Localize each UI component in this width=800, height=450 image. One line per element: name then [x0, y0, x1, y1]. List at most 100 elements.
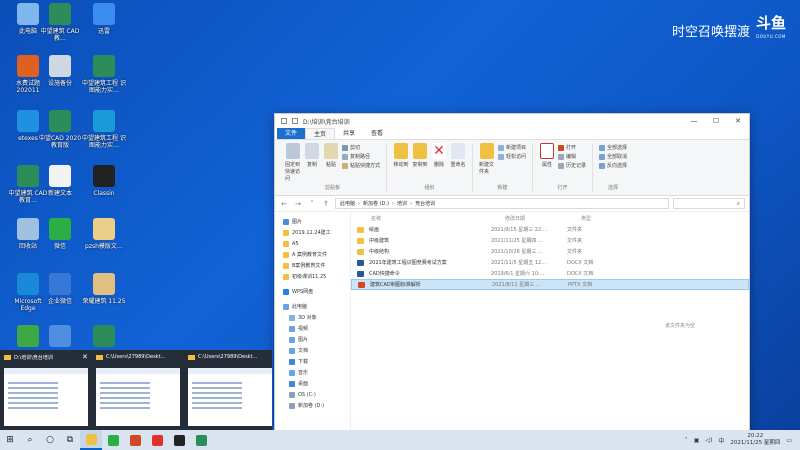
minimize-button[interactable]: — [683, 117, 705, 125]
desktop-icon[interactable] [82, 325, 126, 350]
tab-share[interactable]: 共享 [335, 128, 363, 139]
nav-item[interactable]: 3D 对象 [275, 312, 350, 323]
tab-home[interactable]: 主页 [305, 128, 336, 139]
desktop-icon[interactable]: 迅雷 [82, 3, 126, 35]
window-preview[interactable]: C:\Users\27989\Deskt… [92, 350, 184, 430]
desktop-icon[interactable]: pzsh模版文… [82, 218, 126, 250]
thumbnail-line [192, 387, 242, 389]
windows-start-icon[interactable]: ⊞ [0, 430, 20, 450]
desktop-icon[interactable]: 中望建筑 CAD教… [38, 3, 82, 42]
select-none-button[interactable]: 全部取消 [599, 153, 627, 160]
taskbar-app-zwcad[interactable] [190, 430, 212, 450]
task-view-icon[interactable]: ⧉ [60, 430, 80, 450]
breadcrumb-item[interactable]: 竞台培训 [415, 200, 435, 207]
search-box[interactable]: ⌕ [673, 198, 745, 209]
easy-access-button[interactable]: 轻松访问 [498, 153, 526, 160]
window-preview[interactable]: D:\培训\竞台培训 ✕ [0, 350, 92, 430]
app-icon [17, 3, 39, 25]
nav-item[interactable]: 图片 [275, 216, 350, 227]
address-bar[interactable]: 此电脑 › 新加卷 (D:) › 培训 › 竞台培训 [335, 198, 669, 209]
nav-item[interactable]: 新加卷 (D:) [275, 400, 350, 411]
nav-item[interactable]: WPS网盘 [275, 286, 350, 297]
back-arrow-icon[interactable]: ← [279, 200, 289, 208]
nav-item[interactable]: 音乐 [275, 367, 350, 378]
desktop-icon[interactable]: 荣耀建筑 11.25 [82, 273, 126, 305]
desktop-icon-label: 中望CAD 2020 教育版 [38, 135, 82, 149]
quick-access-icon[interactable] [281, 118, 287, 124]
copy-path-button[interactable]: 复制路径 [342, 153, 380, 160]
file-row[interactable]: 2021年建筑工程识图竞赛考试方案 2021/11/5 星期五 12… DOCX 文… [351, 257, 749, 268]
paste-shortcut-button[interactable]: 粘贴快捷方式 [342, 162, 380, 169]
ime-indicator[interactable]: 中 [718, 436, 724, 445]
file-row[interactable]: 中级建筑 2021/11/25 星期四 … 文件夹 [351, 235, 749, 246]
nav-item[interactable]: 视频 [275, 323, 350, 334]
select-all-button[interactable]: 全部选择 [599, 144, 627, 151]
desktop-icon[interactable]: Classin [82, 165, 126, 197]
nav-item[interactable]: 2019.11.24建工 [275, 227, 350, 238]
edit-button[interactable]: 编辑 [558, 153, 586, 160]
app-icon [49, 110, 71, 132]
cut-button[interactable]: 剪切 [342, 144, 380, 151]
file-row[interactable]: 绘画 2021/9/15 星期三 22:… 文件夹 [351, 224, 749, 235]
window-preview[interactable]: C:\Users\27989\Deskt… [184, 350, 276, 430]
close-icon[interactable]: ✕ [82, 353, 92, 361]
desktop-icon[interactable]: 中望建筑工程 识图能力实… [82, 55, 126, 94]
desktop-icon[interactable]: 微信 [38, 218, 82, 250]
network-icon[interactable]: ▣ [694, 437, 700, 444]
history-button[interactable]: 历史记录 [558, 162, 586, 169]
desktop-icon[interactable]: 设施备份 [38, 55, 82, 87]
nav-item[interactable]: 图片 [275, 334, 350, 345]
search-icon[interactable]: ⌕ [20, 430, 40, 450]
thumbnail-line [8, 382, 58, 384]
invert-selection-button[interactable]: 反向选择 [599, 162, 627, 169]
column-name[interactable]: 名称 [371, 215, 505, 222]
chevron-up-icon[interactable]: ˄ [685, 437, 688, 444]
nav-item-label: A 案例教育文件 [292, 252, 328, 258]
desktop-icon[interactable]: 中望建筑工程 识图能力实… [82, 110, 126, 149]
taskbar-app-classin[interactable] [168, 430, 190, 450]
breadcrumb-item[interactable]: 此电脑 [340, 200, 355, 207]
nav-item[interactable]: A 案例教育文件 [275, 249, 350, 260]
breadcrumb-item[interactable]: 新加卷 (D:) [363, 200, 389, 207]
recent-chevron-icon[interactable]: ˅ [307, 200, 317, 208]
file-row[interactable]: CAD快捷命令 2019/6/1 星期六 10:… DOCX 文档 [351, 268, 749, 279]
nav-item[interactable]: 此电脑 [275, 301, 350, 312]
file-row[interactable]: 中级结构 2021/10/26 星期三 … 文件夹 [351, 246, 749, 257]
notification-icon[interactable]: ▭ [786, 437, 792, 444]
clock[interactable]: 20:22 2021/11/25 星期四 [730, 433, 780, 447]
forward-arrow-icon[interactable]: → [293, 200, 303, 208]
maximize-button[interactable]: ☐ [705, 117, 727, 125]
nav-item[interactable]: A5 [275, 238, 350, 249]
tab-view[interactable]: 查看 [363, 128, 391, 139]
close-button[interactable]: ✕ [727, 117, 749, 125]
nav-item[interactable]: 下载 [275, 356, 350, 367]
column-date[interactable]: 修改日期 [505, 215, 581, 222]
cortana-icon[interactable]: ○ [40, 430, 60, 450]
volume-icon[interactable]: ◁) [705, 437, 712, 444]
desktop-icon[interactable] [38, 325, 82, 350]
desktop-icon[interactable]: 中望CAD 2020 教育版 [38, 110, 82, 149]
nav-item-icon [283, 288, 289, 295]
nav-item[interactable]: 初级课训11.25 [275, 271, 350, 282]
properties-icon[interactable] [292, 118, 298, 124]
properties-check-icon [540, 143, 555, 159]
nav-item[interactable]: 桌面 [275, 378, 350, 389]
taskbar-app-wps[interactable] [146, 430, 168, 450]
breadcrumb-item[interactable]: 培训 [397, 200, 407, 207]
open-button[interactable]: 打开 [558, 144, 586, 151]
nav-item[interactable]: OS (C:) [275, 389, 350, 400]
up-arrow-icon[interactable]: ↑ [321, 200, 331, 208]
nav-item[interactable]: B案例教育文件 [275, 260, 350, 271]
nav-item[interactable]: 文档 [275, 345, 350, 356]
column-type[interactable]: 类型 [581, 215, 629, 222]
nav-item-icon [283, 229, 289, 236]
tab-file[interactable]: 文件 [277, 128, 306, 139]
desktop-icon[interactable]: 企业微信 [38, 273, 82, 305]
file-row[interactable]: 建筑CAD制图标准解析 2021/8/11 星期三 … PPTX 文档 [351, 279, 749, 290]
taskbar-app-wechat[interactable] [102, 430, 124, 450]
taskbar-app-powerpoint[interactable] [124, 430, 146, 450]
nav-item-icon [289, 380, 295, 387]
taskbar-app-file-explorer[interactable] [80, 430, 102, 450]
desktop-icon[interactable]: 新建文本 [38, 165, 82, 197]
new-item-button[interactable]: 新建项目 [498, 144, 526, 151]
